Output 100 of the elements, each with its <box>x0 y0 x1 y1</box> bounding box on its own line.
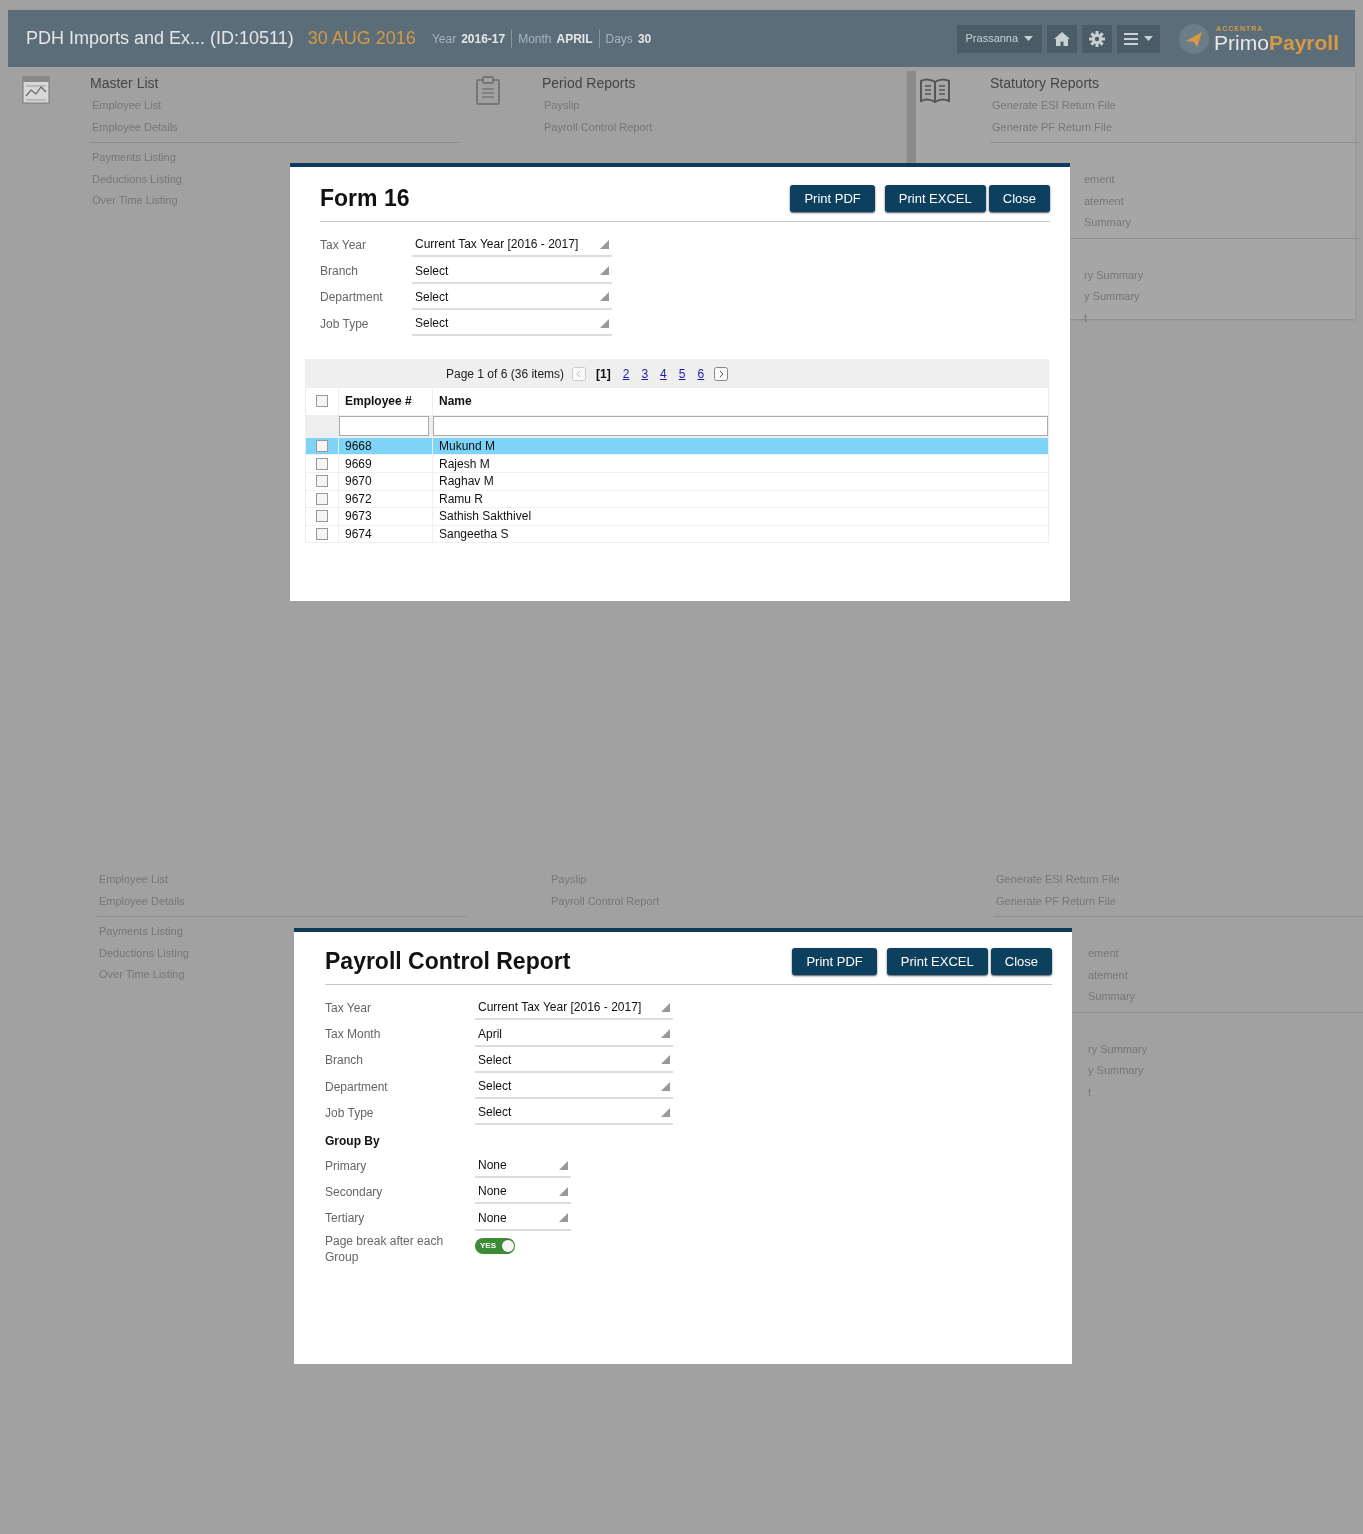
page-link[interactable]: 5 <box>676 364 688 383</box>
toolbar-button[interactable]: Print EXCEL <box>884 185 986 213</box>
dropdown[interactable]: None <box>475 1153 571 1178</box>
dropdown-triangle-icon <box>600 239 609 249</box>
table-cell-text: Sangeetha S <box>439 526 509 544</box>
field-label: Department <box>325 1078 389 1096</box>
field-label: Secondary <box>325 1183 384 1201</box>
dropdown[interactable]: Select <box>475 1047 673 1073</box>
user-dropdown[interactable]: Prassanna <box>956 24 1043 53</box>
toolbar-button[interactable]: Print EXCEL <box>886 948 988 976</box>
dropdown[interactable]: Select <box>412 311 612 337</box>
table-row[interactable]: 9674 Sangeetha S <box>306 524 1048 543</box>
settings-icon <box>1089 30 1106 47</box>
dialog-title: Form 16 <box>320 185 410 213</box>
table-cell-text: Raghav M <box>439 473 494 491</box>
field-label: Page break after each Group <box>325 1234 445 1266</box>
section-title: Period Reports <box>542 74 637 93</box>
filter-field[interactable] <box>339 415 429 436</box>
dropdown-triangle-icon <box>600 266 609 276</box>
table-row[interactable]: 9670 Raghav M <box>306 471 1048 490</box>
table-cell-text: Sathish Sakthivel <box>439 508 532 526</box>
dropdown[interactable]: None <box>475 1179 571 1205</box>
field-label: Job Type <box>320 315 370 333</box>
field-label: Department <box>320 289 384 307</box>
stat-label: Month <box>518 30 552 48</box>
field-label: Primary <box>325 1157 368 1175</box>
dropdown[interactable]: Current Tax Year [2016 - 2017] <box>412 232 612 258</box>
table-cell-text: 9668 <box>345 438 372 456</box>
table-row[interactable]: 9672 Ramu R <box>306 489 1048 508</box>
caret-icon <box>1024 36 1034 41</box>
dropdown-triangle-icon <box>600 318 609 328</box>
toolbar-button[interactable]: Close <box>988 185 1050 213</box>
dropdown-triangle-icon <box>661 1002 670 1012</box>
stat-label: Year <box>431 30 457 48</box>
dropdown-triangle-icon <box>661 1055 670 1065</box>
page-summary: Page 1 of 6 (36 items) <box>446 365 565 383</box>
checkbox[interactable] <box>316 492 328 505</box>
stat-label: Days <box>605 30 633 48</box>
column-header: Name <box>439 393 472 411</box>
table-row[interactable]: 9669 Rajesh M <box>306 454 1048 472</box>
previous-page-button[interactable] <box>572 366 587 381</box>
dropdown[interactable]: Current Tax Year [2016 - 2017] <box>475 995 673 1021</box>
checkbox[interactable] <box>316 528 328 541</box>
field-label: Tax Month <box>325 1026 382 1044</box>
dropdown-triangle-icon <box>559 1213 568 1223</box>
checkbox[interactable] <box>316 457 328 470</box>
page-link[interactable]: 2 <box>620 364 632 383</box>
logo-text: Payroll <box>1268 31 1339 53</box>
page-link[interactable]: [1] <box>594 364 613 383</box>
toolbar-button[interactable]: Print PDF <box>790 185 875 213</box>
section-title: Statutory Reports <box>990 74 1100 93</box>
dropdown-triangle-icon <box>661 1107 670 1117</box>
dropdown[interactable]: None <box>475 1205 571 1231</box>
table-cell-text: 9670 <box>345 473 372 491</box>
field-label: Branch <box>325 1052 365 1070</box>
checkbox[interactable] <box>316 510 328 523</box>
chevron-left-icon <box>572 366 587 381</box>
dropdown[interactable]: Select <box>412 284 612 310</box>
toolbar-button[interactable]: Print PDF <box>792 948 877 976</box>
table-cell-text: Ramu R <box>439 490 483 508</box>
caret-icon <box>1144 36 1154 41</box>
table-cell-text: 9673 <box>345 508 372 526</box>
dialog-title: Payroll Control Report <box>325 948 571 976</box>
dropdown[interactable]: April <box>475 1021 673 1047</box>
page-link[interactable]: 6 <box>695 364 707 383</box>
dropdown[interactable]: Select <box>412 258 612 284</box>
menu-button[interactable] <box>1117 24 1161 53</box>
dropdown-triangle-icon <box>559 1160 568 1170</box>
table-row[interactable]: 9673 Sathish Sakthivel <box>306 507 1048 525</box>
home-button[interactable] <box>1047 24 1078 53</box>
page-link[interactable]: 3 <box>639 364 651 383</box>
stat-value: APRIL <box>556 30 593 48</box>
table-cell-text: 9669 <box>345 455 372 473</box>
table-cell-text: 9674 <box>345 526 372 544</box>
checkbox[interactable] <box>316 395 328 408</box>
field-label: Tax Year <box>325 999 373 1017</box>
page-link[interactable]: 4 <box>658 364 669 383</box>
dropdown[interactable]: Select <box>475 1074 673 1100</box>
open-book-icon <box>920 76 950 106</box>
toolbar-button[interactable]: Close <box>990 948 1052 976</box>
home-icon <box>1054 31 1071 46</box>
field-label: Tertiary <box>325 1210 366 1228</box>
field-label: Job Type <box>325 1104 375 1122</box>
filter-field[interactable] <box>433 415 1048 436</box>
checkbox[interactable] <box>316 440 328 453</box>
dropdown[interactable]: Select <box>475 1100 673 1126</box>
dropdown-triangle-icon <box>661 1029 670 1039</box>
stat-value: 2016-17 <box>461 30 506 48</box>
dropdown-triangle-icon <box>559 1186 568 1196</box>
section-title: Master List <box>90 74 160 93</box>
next-page-button[interactable] <box>714 366 729 381</box>
settings-button[interactable] <box>1082 24 1113 53</box>
group-heading: Group By <box>325 1133 380 1151</box>
column-header: Employee # <box>345 393 412 411</box>
table-cell-text: Mukund M <box>439 438 496 456</box>
checkbox[interactable] <box>316 475 328 488</box>
logo-text: Primo <box>1214 31 1269 53</box>
table-cell-text: 9672 <box>345 490 372 508</box>
toggle-switch[interactable]: YES <box>475 1238 515 1255</box>
field-label: Tax Year <box>320 236 368 254</box>
